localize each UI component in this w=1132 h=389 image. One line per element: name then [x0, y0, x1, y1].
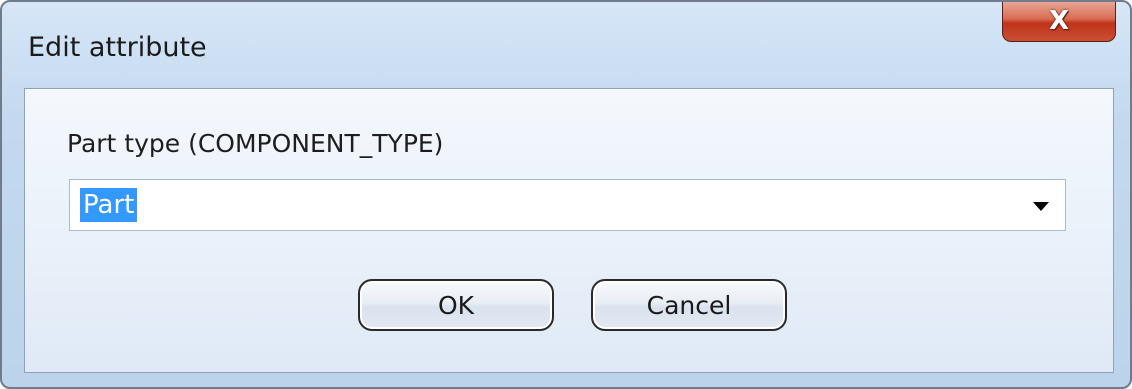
- ok-button[interactable]: OK: [358, 279, 554, 331]
- part-type-label: Part type (COMPONENT_TYPE): [67, 129, 444, 158]
- cancel-button[interactable]: Cancel: [591, 279, 787, 331]
- dialog-body: Part type (COMPONENT_TYPE) Part OK Cance…: [24, 88, 1114, 373]
- dropdown-arrow-icon[interactable]: [1033, 202, 1049, 211]
- close-icon: X: [1048, 6, 1070, 36]
- title-bar[interactable]: Edit attribute X: [2, 2, 1130, 88]
- close-button[interactable]: X: [1002, 2, 1116, 42]
- edit-attribute-dialog: Edit attribute X Part type (COMPONENT_TY…: [0, 0, 1132, 389]
- part-type-selected-value[interactable]: Part: [80, 188, 138, 222]
- part-type-combobox[interactable]: Part: [69, 179, 1066, 231]
- dialog-title: Edit attribute: [28, 32, 207, 63]
